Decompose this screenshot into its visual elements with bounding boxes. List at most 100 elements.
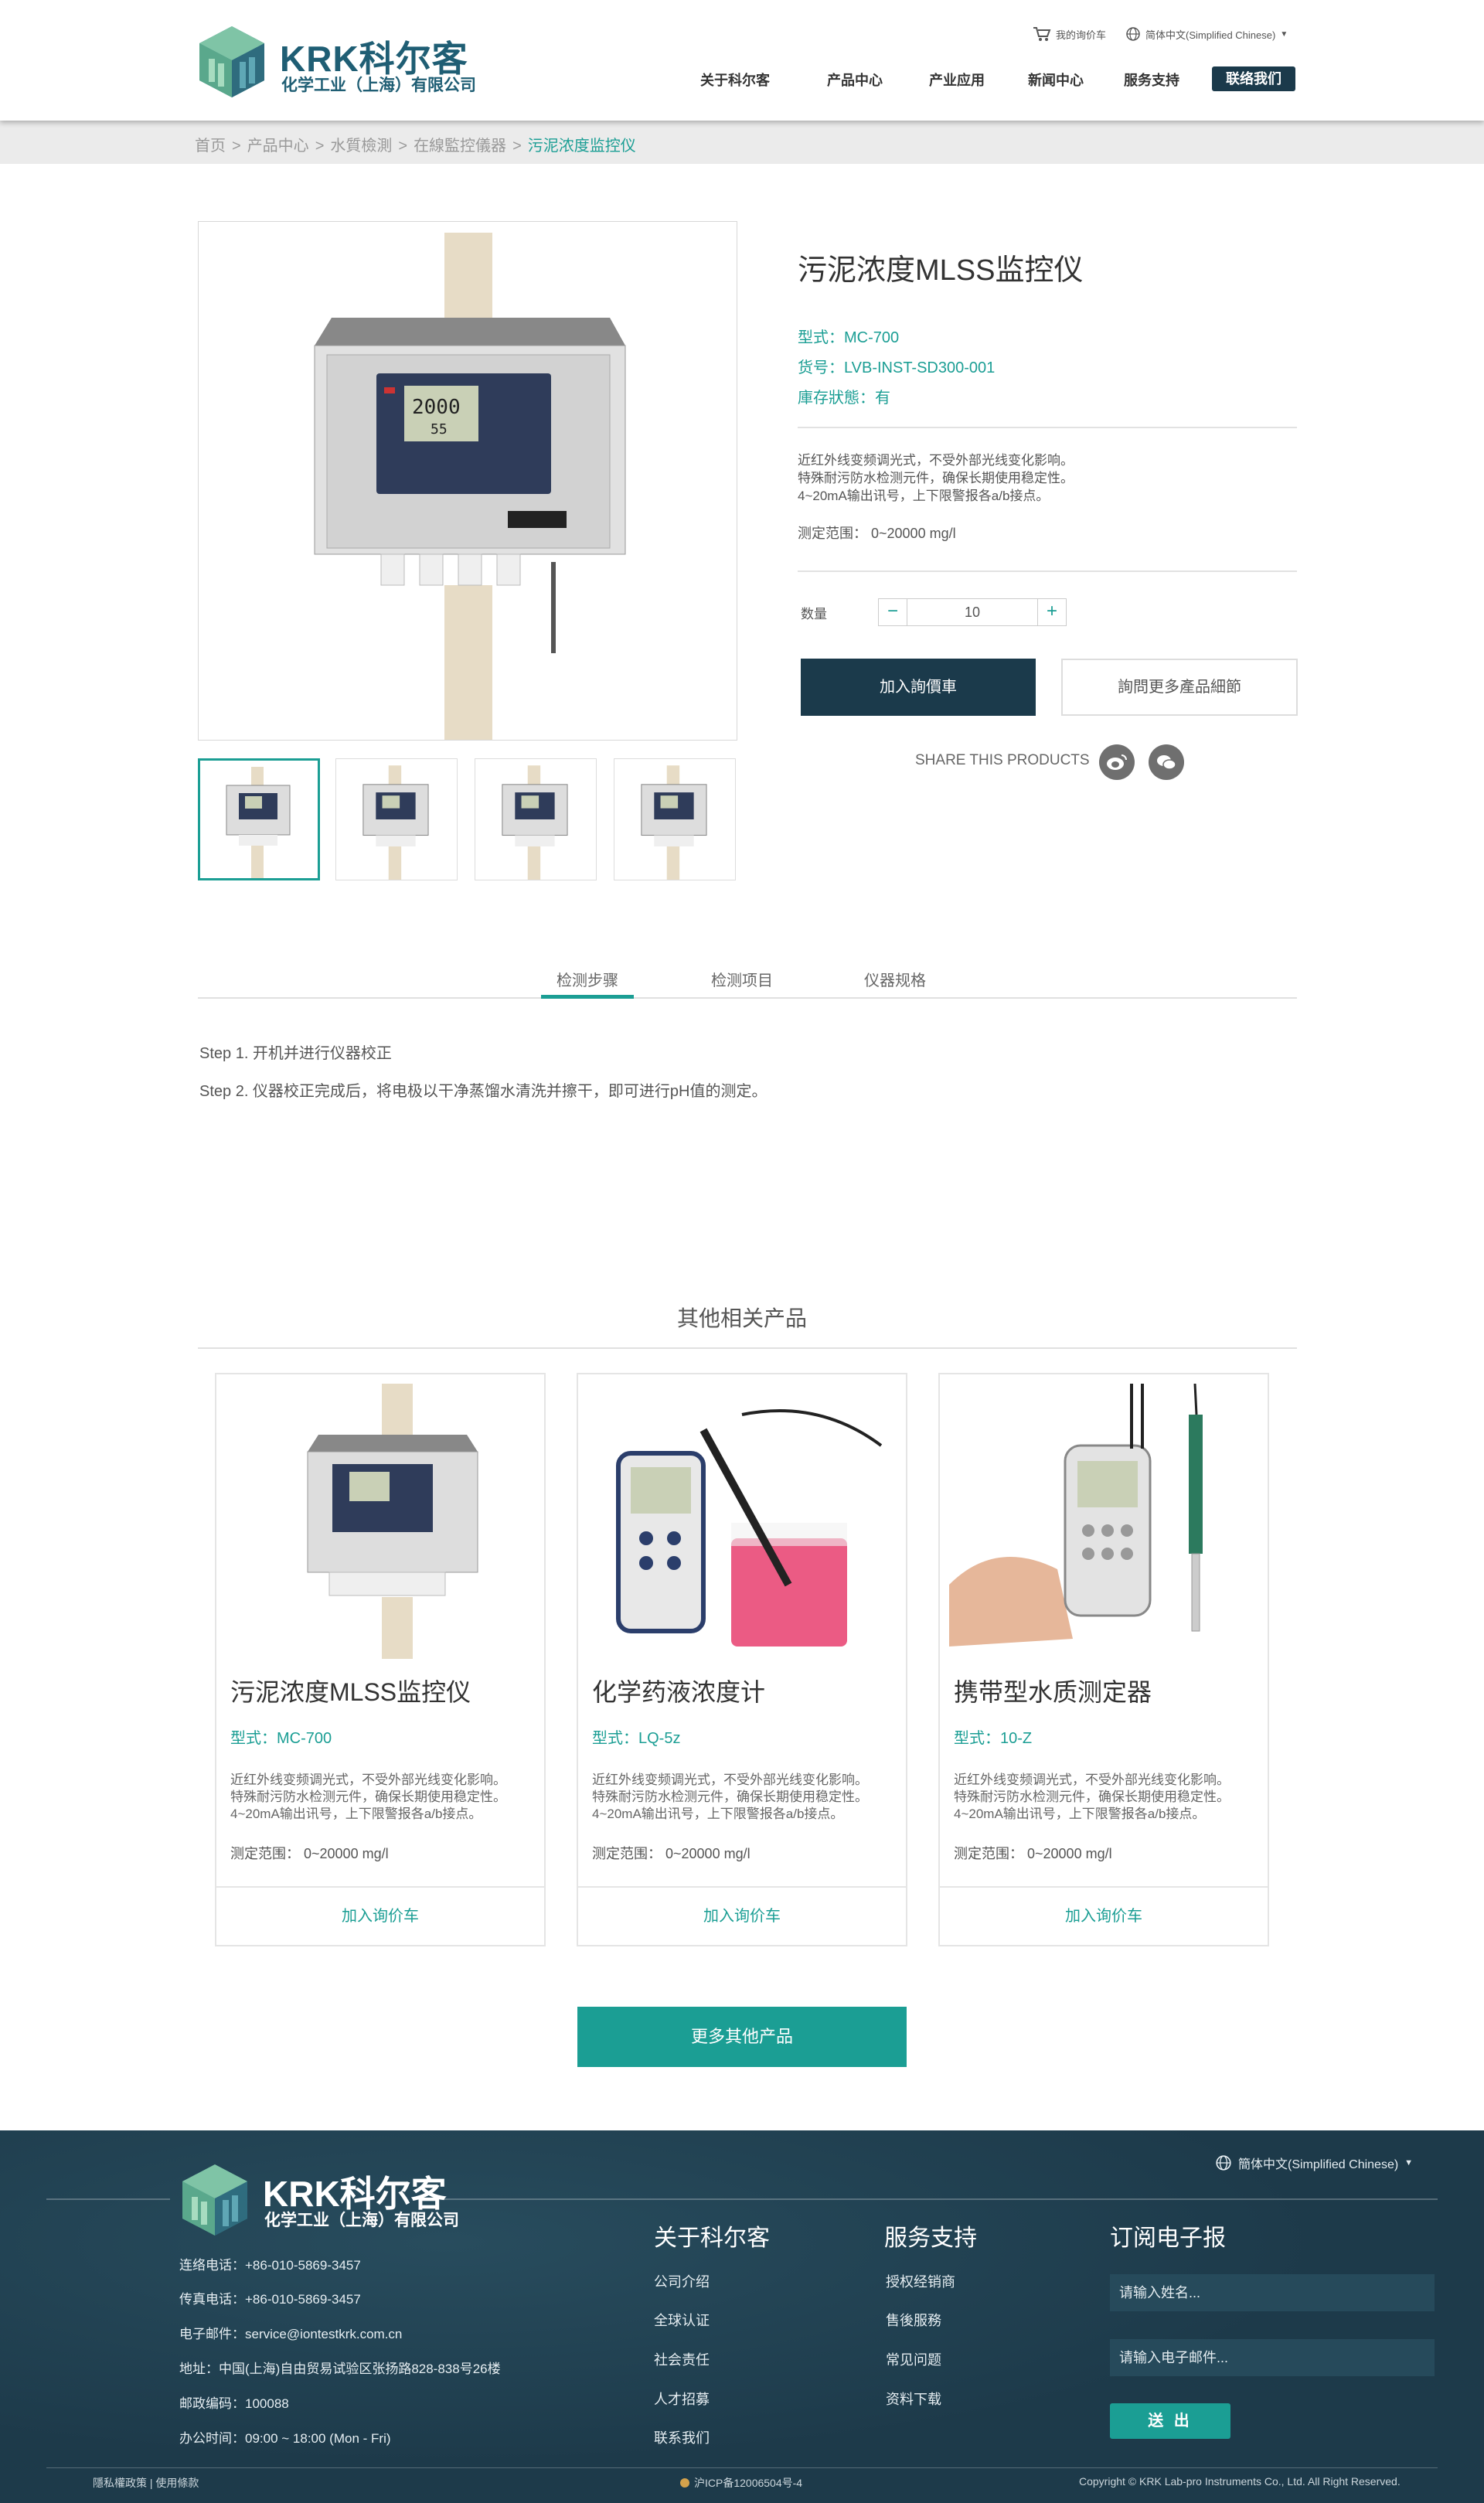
share-label: SHARE THIS PRODUCTS: [915, 752, 1090, 768]
footer-link[interactable]: 联系我们: [654, 2427, 710, 2447]
thumbnail-3[interactable]: [475, 758, 597, 880]
footer-link[interactable]: 人才招募: [654, 2389, 710, 2409]
newsletter-email-input[interactable]: 请输入电子邮件...: [1110, 2339, 1435, 2376]
product-card-image[interactable]: [587, 1384, 900, 1659]
thumbnail-1[interactable]: [198, 758, 320, 880]
site-footer: KRK科尔客 化学工业（上海）有限公司 簡体中文(Simplified Chin…: [0, 2130, 1484, 2503]
monitor-image: 2000 55: [314, 233, 626, 740]
globe-icon: [1216, 2155, 1231, 2171]
breadcrumb: 首页 > 产品中心 > 水質檢測 > 在線監控儀器 > 污泥浓度监控仪: [0, 121, 1484, 164]
product-card[interactable]: 污泥浓度MLSS监控仪 型式：MC-700 近红外线变频调光式，不受外部光线变化…: [215, 1373, 546, 1946]
footer-link[interactable]: 社会责任: [654, 2349, 710, 2369]
minus-button[interactable]: −: [879, 599, 907, 625]
footer-link[interactable]: 公司介绍: [654, 2271, 710, 2291]
logo[interactable]: KRK科尔客 化学工业（上海）有限公司: [193, 23, 476, 100]
footer-phone: 连络电话：+86-010-5869-3457: [179, 2258, 361, 2273]
nav-news[interactable]: 新闻中心: [1028, 70, 1084, 90]
newsletter-name-input[interactable]: 请输入姓名...: [1110, 2274, 1435, 2311]
product-card-image[interactable]: [226, 1384, 538, 1659]
breadcrumb-water[interactable]: 水質檢測: [330, 138, 392, 155]
footer-logo-subtitle: 化学工业（上海）有限公司: [264, 2212, 459, 2229]
breadcrumb-current: 污泥浓度监控仪: [527, 138, 636, 155]
footer-link[interactable]: 售後服務: [886, 2310, 941, 2330]
thumbnail-2[interactable]: [335, 758, 458, 880]
plus-button[interactable]: +: [1038, 599, 1066, 625]
newsletter-submit-button[interactable]: 送 出: [1110, 2403, 1230, 2439]
product-card-name[interactable]: 污泥浓度MLSS监控仪: [230, 1673, 471, 1708]
nav-support[interactable]: 服务支持: [1124, 70, 1179, 90]
wechat-icon[interactable]: [1149, 744, 1184, 780]
product-stock: 庫存狀態：有: [798, 390, 890, 407]
footer-language-selector[interactable]: 簡体中文(Simplified Chinese) ▼: [1215, 2154, 1413, 2172]
thumbnail-image: [502, 765, 568, 880]
footer-email[interactable]: 电子邮件：service@iontestkrk.com.cn: [179, 2323, 402, 2342]
product-main-image[interactable]: 2000 55: [198, 221, 737, 741]
quantity-label: 数量: [801, 607, 827, 621]
step-1: Step 1. 开机并进行仪器校正: [199, 1045, 392, 1062]
footer-postcode: 邮政编码：100088: [179, 2396, 289, 2411]
footer-about-title: 关于科尔客: [654, 2225, 770, 2251]
site-header: KRK科尔客 化学工业（上海）有限公司 我的询价车 简体中文(Simplifie…: [0, 0, 1484, 121]
product-card-name[interactable]: 携带型水质测定器: [954, 1673, 1152, 1708]
cart-link[interactable]: 我的询价车: [1033, 26, 1106, 42]
description-line: 特殊耐污防水检测元件，确保长期使用稳定性。: [954, 1790, 1230, 1804]
breadcrumb-home[interactable]: 首页: [195, 138, 226, 155]
product-card-range: 测定范围： 0~20000 mg/l: [230, 1846, 389, 1861]
tab-specs[interactable]: 仪器规格: [864, 968, 926, 990]
product-card-image[interactable]: [949, 1384, 1261, 1659]
contact-button[interactable]: 联络我们: [1212, 66, 1295, 91]
description-line: 近红外线变频调光式，不受外部光线变化影响。: [954, 1773, 1230, 1787]
product-model: 型式：MC-700: [798, 329, 900, 346]
breadcrumb-online[interactable]: 在線監控儀器: [414, 138, 506, 155]
thumbnail-4[interactable]: [614, 758, 736, 880]
description-line: 特殊耐污防水检测元件，确保长期使用稳定性。: [230, 1790, 506, 1804]
product-description: 近红外线变频调光式，不受外部光线变化影响。 特殊耐污防水检测元件，确保长期使用稳…: [798, 451, 1074, 505]
product-card-desc: 近红外线变频调光式，不受外部光线变化影响。 特殊耐污防水检测元件，确保长期使用稳…: [954, 1772, 1230, 1823]
more-products-button[interactable]: 更多其他产品: [577, 2007, 907, 2067]
quantity-input[interactable]: 10: [907, 599, 1038, 625]
divider: [798, 427, 1297, 428]
thumbnail-image: [226, 767, 291, 878]
step-2: Step 2. 仪器校正完成后，将电极以干净蒸馏水清洗并擦干，即可进行pH值的测…: [199, 1083, 768, 1100]
weibo-icon[interactable]: [1099, 744, 1135, 780]
product-card[interactable]: 携带型水质测定器 型式：10-Z 近红外线变频调光式，不受外部光线变化影响。 特…: [938, 1373, 1269, 1946]
add-to-cart-link[interactable]: 加入询价车: [578, 1886, 906, 1945]
footer-link[interactable]: 资料下载: [886, 2389, 941, 2409]
tab-steps[interactable]: 检测步骤: [556, 968, 618, 990]
tab-items[interactable]: 检测项目: [711, 968, 773, 990]
add-to-cart-button[interactable]: 加入詢價車: [801, 659, 1036, 716]
description-line: 4~20mA输出讯号，上下限警报各a/b接点。: [954, 1807, 1206, 1821]
related-title: 其他相关产品: [676, 1306, 807, 1330]
product-sku: 货号：LVB-INST-SD300-001: [798, 359, 996, 376]
footer-address: 地址：中国(上海)自由贸易试验区张扬路828-838号26楼: [179, 2362, 501, 2376]
product-card-desc: 近红外线变频调光式，不受外部光线变化影响。 特殊耐污防水检测元件，确保长期使用稳…: [230, 1772, 506, 1823]
product-card[interactable]: 化学药液浓度计 型式：LQ-5z 近红外线变频调光式，不受外部光线变化影响。 特…: [577, 1373, 907, 1946]
footer-link[interactable]: 授权经销商: [886, 2271, 955, 2291]
nav-applications[interactable]: 产业应用: [929, 70, 985, 90]
breadcrumb-separator: >: [232, 138, 241, 155]
footer-link[interactable]: 全球认证: [654, 2310, 710, 2330]
description-line: 4~20mA输出讯号，上下限警报各a/b接点。: [230, 1807, 482, 1821]
nav-about[interactable]: 关于科尔客: [700, 70, 770, 90]
footer-privacy-links[interactable]: 隱私權政策 | 使用條款: [93, 2475, 199, 2491]
footer-fax: 传真电话：+86-010-5869-3457: [179, 2292, 361, 2307]
footer-icp[interactable]: 沪ICP备12006504号-4: [680, 2475, 802, 2491]
description-line: 特殊耐污防水检测元件，确保长期使用稳定性。: [592, 1790, 868, 1804]
language-selector[interactable]: 简体中文(Simplified Chinese) ▼: [1125, 26, 1288, 42]
nav-products[interactable]: 产品中心: [827, 70, 883, 90]
product-card-name[interactable]: 化学药液浓度计: [592, 1673, 765, 1708]
inquire-button[interactable]: 詢問更多產品細節: [1061, 659, 1298, 716]
add-to-cart-link[interactable]: 加入询价车: [940, 1886, 1268, 1945]
description-line: 4~20mA输出讯号，上下限警报各a/b接点。: [798, 489, 1050, 503]
cart-icon: [1033, 27, 1051, 41]
footer-link[interactable]: 常见问题: [886, 2349, 941, 2369]
divider: [46, 2467, 1438, 2468]
icp-label: 沪ICP备12006504号-4: [694, 2477, 803, 2489]
quantity-stepper: − 10 +: [878, 598, 1067, 626]
breadcrumb-products[interactable]: 产品中心: [247, 138, 309, 155]
product-card-desc: 近红外线变频调光式，不受外部光线变化影响。 特殊耐污防水检测元件，确保长期使用稳…: [592, 1772, 868, 1823]
add-to-cart-link[interactable]: 加入询价车: [216, 1886, 544, 1945]
divider: [798, 570, 1297, 572]
divider: [417, 2198, 1438, 2200]
breadcrumb-separator: >: [398, 138, 408, 155]
